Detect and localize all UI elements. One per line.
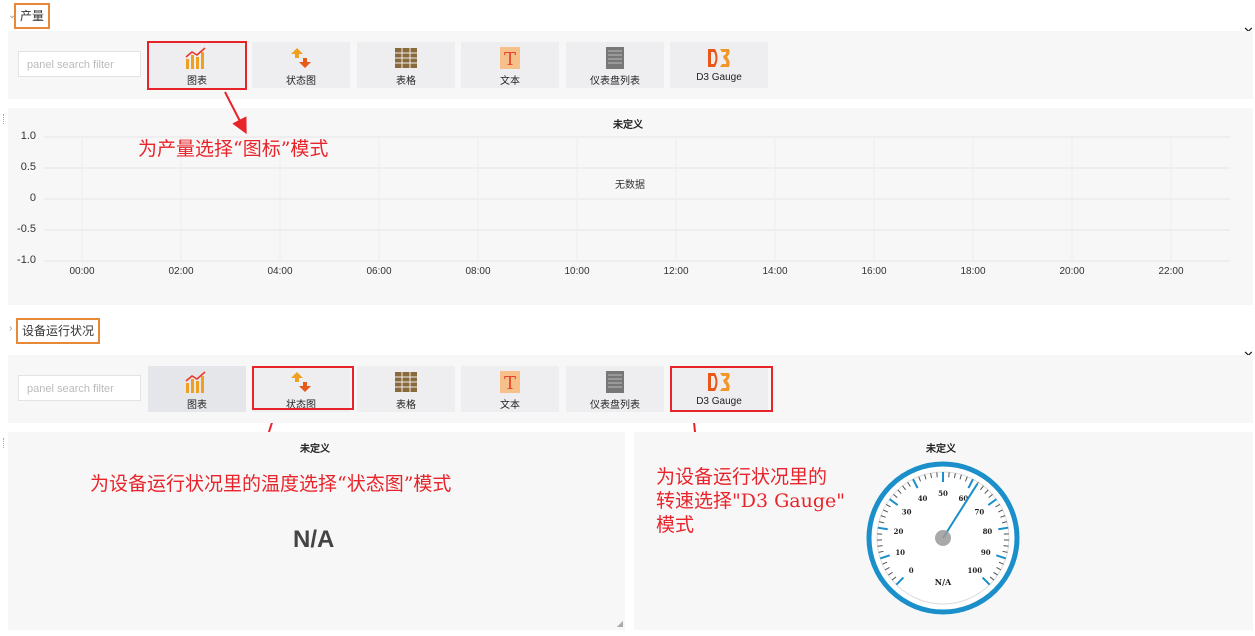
x-tick-label: 08:00 (465, 266, 491, 277)
x-tick-label: 20:00 (1059, 266, 1085, 277)
table-icon (395, 372, 417, 392)
x-tick-label: 18:00 (960, 266, 986, 277)
panel-type-label: 仪表盘列表 (590, 76, 640, 87)
text-icon: T (500, 371, 520, 393)
singlestat-panel: 未定义 N/A ◢ (3, 432, 625, 630)
gauge-scale-label: 100 (968, 566, 983, 575)
panel-type-table[interactable]: 表格 (357, 42, 455, 88)
panel-type-label: D3 Gauge (696, 72, 742, 83)
panel-search-filter-input[interactable]: panel search filter (18, 51, 141, 77)
gauge-scale-label: 50 (938, 489, 948, 498)
dashlist-icon (606, 371, 624, 393)
x-tick-label: 04:00 (267, 266, 293, 277)
y-tick-label: 0 (29, 192, 36, 204)
gauge-tick (1003, 545, 1009, 547)
gauge-tick (877, 545, 883, 547)
gauge-scale-label: 20 (894, 527, 904, 536)
row-expand-chevron-icon[interactable]: › (9, 323, 12, 334)
no-data-text: 无数据 (615, 180, 645, 191)
panel-title[interactable]: 未定义 (300, 440, 330, 455)
gauge-scale-label: 80 (983, 527, 993, 536)
panel-type-label: 状态图 (286, 76, 316, 87)
annotation-line: 模式 (656, 514, 695, 536)
panel-type-singlestat[interactable]: 状态图 (252, 42, 350, 88)
x-tick-label: 16:00 (861, 266, 887, 277)
panel-type-label: 仪表盘列表 (590, 400, 640, 411)
gauge-scale-label: 90 (981, 548, 991, 557)
stat-value: N/A (293, 526, 335, 553)
panel-type-label: 文本 (500, 400, 520, 411)
panel-type-text[interactable]: T 文本 (461, 366, 559, 412)
panel-type-label: 图表 (187, 400, 207, 411)
panel-type-label: 表格 (396, 400, 416, 411)
singlestat-icon (291, 48, 311, 68)
row-title-output[interactable]: 产量 (14, 3, 51, 29)
gauge-value-label: N/A (935, 577, 952, 587)
x-tick-label: 14:00 (762, 266, 788, 277)
panel-type-label: 文本 (500, 76, 520, 87)
annotation-speed-gauge: 为设备运行状况里的 转速选择"D3 Gauge" 模式 (656, 465, 845, 537)
annotation-line: 转速选择"D3 Gauge" (656, 490, 845, 512)
y-tick-label: -1.0 (17, 254, 36, 266)
panel-type-text[interactable]: T 文本 (461, 42, 559, 88)
y-tick-label: -0.5 (17, 223, 36, 235)
gauge-hub (935, 530, 951, 546)
x-tick-label: 00:00 (69, 266, 95, 277)
panel-type-dashlist[interactable]: 仪表盘列表 (566, 366, 664, 412)
x-tick-label: 10:00 (564, 266, 590, 277)
d3-gauge: 0102030405060708090100N/A (866, 461, 1020, 615)
panel-type-dashlist[interactable]: 仪表盘列表 (566, 42, 664, 88)
gauge-scale-label: 40 (918, 494, 928, 503)
panel-type-d3-gauge[interactable]: D3 Gauge (670, 42, 768, 88)
gauge-scale-label: 10 (895, 548, 905, 557)
gauge-scale-label: 0 (909, 566, 914, 575)
x-tick-label: 06:00 (366, 266, 392, 277)
annotation-temperature-singlestat: 为设备运行状况里的温度选择“状态图”模式 (90, 473, 452, 495)
highlight-box (252, 366, 354, 410)
gauge-scale-label: 30 (902, 508, 912, 517)
x-tick-label: 12:00 (663, 266, 689, 277)
x-tick-label: 02:00 (168, 266, 194, 277)
annotation-line: 为设备运行状况里的 (656, 466, 828, 488)
svg-text:T: T (504, 373, 516, 393)
y-tick-label: 1.0 (20, 130, 36, 142)
resize-handle-icon[interactable]: ◢ (617, 619, 623, 628)
highlight-box (670, 366, 773, 412)
drag-handle-icon[interactable] (3, 438, 6, 448)
y-tick-label: 0.5 (20, 161, 36, 173)
panel-type-table[interactable]: 表格 (357, 366, 455, 412)
panel-search-filter-input[interactable]: panel search filter (18, 375, 141, 401)
graph-icon (185, 371, 206, 393)
panel-type-graph[interactable]: 图表 (148, 366, 246, 412)
drag-handle-icon[interactable] (3, 114, 6, 124)
text-icon: T (500, 47, 520, 69)
panel-type-label: 表格 (396, 76, 416, 87)
dashlist-icon (606, 47, 624, 69)
d3-icon (708, 49, 730, 67)
svg-text:T: T (504, 49, 516, 69)
table-icon (395, 48, 417, 68)
annotation-output-graph: 为产量选择“图标”模式 (138, 138, 329, 160)
highlight-box (147, 41, 247, 90)
row-title-device-status[interactable]: 设备运行状况 (16, 318, 101, 344)
panel-title[interactable]: 未定义 (926, 440, 956, 455)
x-tick-label: 22:00 (1158, 266, 1184, 277)
gauge-scale-label: 70 (975, 508, 985, 517)
